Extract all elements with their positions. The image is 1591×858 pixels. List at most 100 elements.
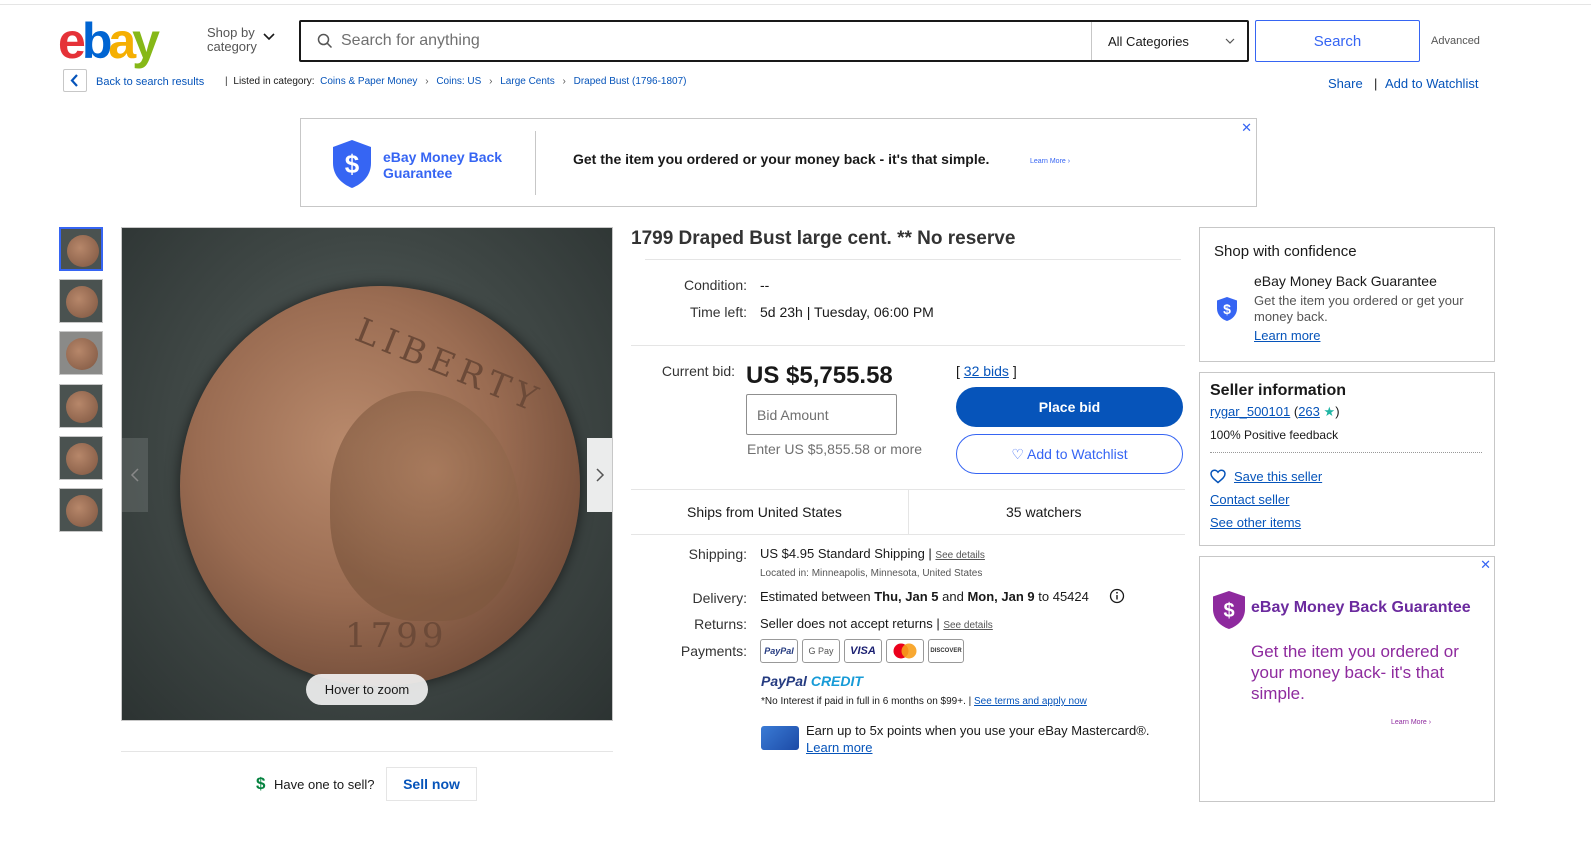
shield-dollar-icon: $ bbox=[1217, 297, 1237, 321]
ad-message: Get the item you ordered or your money b… bbox=[1251, 642, 1459, 703]
back-to-search-link[interactable]: Back to search results bbox=[96, 76, 204, 88]
next-image-button[interactable] bbox=[587, 438, 612, 512]
info-icon[interactable] bbox=[1109, 588, 1125, 604]
thumbnail-5[interactable] bbox=[59, 436, 103, 480]
thumbnail-2[interactable] bbox=[59, 279, 103, 323]
minimum-bid-hint: Enter US $5,855.58 or more bbox=[747, 441, 923, 457]
condition-value: -- bbox=[760, 277, 770, 293]
positive-feedback: 100% Positive feedback bbox=[1210, 428, 1339, 442]
coin-thumbnail bbox=[66, 443, 98, 475]
shop-with-confidence-panel: Shop with confidence $ eBay Money Back G… bbox=[1199, 227, 1495, 362]
svg-text:$: $ bbox=[345, 149, 360, 179]
ad-learn-more[interactable]: Learn More › bbox=[1030, 158, 1070, 165]
bids-link[interactable]: 32 bids bbox=[964, 363, 1009, 379]
chevron-down-icon[interactable] bbox=[1225, 37, 1235, 45]
category-divider bbox=[1091, 22, 1092, 60]
close-icon[interactable]: ✕ bbox=[1241, 120, 1252, 136]
time-left-value: 5d 23h | Tuesday, 06:00 PM bbox=[760, 304, 934, 320]
money-back-banner-ad[interactable]: $ eBay Money Back Guarantee Get the item… bbox=[300, 118, 1257, 207]
thumbnail-6[interactable] bbox=[59, 488, 103, 532]
see-terms-link[interactable]: See terms and apply now bbox=[974, 696, 1087, 707]
thumbnail-3[interactable] bbox=[59, 331, 103, 375]
search-input[interactable] bbox=[341, 30, 1081, 52]
coin-thumbnail bbox=[66, 391, 98, 423]
chevron-right-icon: › bbox=[425, 76, 429, 87]
svg-text:$: $ bbox=[1223, 600, 1234, 622]
breadcrumb: | Listed in category: Coins & Paper Mone… bbox=[222, 76, 686, 87]
add-to-watchlist-button[interactable]: ♡ Add to Watchlist bbox=[956, 434, 1183, 474]
bracket: ] bbox=[1012, 363, 1017, 379]
divider bbox=[908, 490, 909, 534]
dotted-divider bbox=[1210, 452, 1482, 453]
contact-seller-link[interactable]: Contact seller bbox=[1210, 492, 1289, 507]
learn-more-link[interactable]: Learn more bbox=[1254, 328, 1320, 343]
breadcrumb-item[interactable]: Large Cents bbox=[500, 76, 554, 87]
mastercard-promo: Earn up to 5x points when you use your e… bbox=[806, 723, 1150, 755]
star-icon: ★ bbox=[1323, 404, 1336, 419]
chevron-right-icon bbox=[596, 468, 605, 482]
coin-image: LIBERTY 1799 bbox=[180, 286, 580, 686]
mastercard-learn-more-link[interactable]: Learn more bbox=[806, 740, 872, 755]
coin-thumbnail bbox=[66, 338, 98, 370]
thumbnail-1[interactable] bbox=[59, 227, 103, 271]
time-left-label: Time left: bbox=[689, 304, 747, 320]
panel-title: Seller information bbox=[1210, 382, 1347, 399]
add-to-watchlist-link[interactable]: Add to Watchlist bbox=[1385, 76, 1478, 91]
shield-dollar-icon: $ bbox=[1213, 591, 1245, 629]
money-back-side-ad[interactable]: ✕ $ eBay Money Back Guarantee Get the it… bbox=[1199, 556, 1495, 802]
share-link[interactable]: Share bbox=[1328, 76, 1363, 91]
search-button[interactable]: Search bbox=[1255, 20, 1420, 62]
shipping-label: Shipping: bbox=[688, 546, 747, 562]
returns-value: Seller does not accept returns | See det… bbox=[760, 616, 993, 631]
shop-by-category-button[interactable]: Shop by category bbox=[207, 26, 259, 54]
shipping-type: Standard Shipping | bbox=[817, 546, 932, 561]
see-shipping-details-link[interactable]: See details bbox=[935, 550, 984, 561]
chevron-left-icon bbox=[130, 468, 139, 482]
ad-message: Get the item you ordered or your money b… bbox=[573, 151, 990, 167]
search-bar: All Categories bbox=[299, 20, 1249, 62]
category-select[interactable]: All Categories bbox=[1108, 34, 1189, 49]
breadcrumb-item[interactable]: Coins: US bbox=[436, 76, 481, 87]
chevron-right-icon: › bbox=[489, 76, 493, 87]
panel-title: Shop with confidence bbox=[1214, 243, 1357, 260]
ad-title: eBay Money Back Guarantee bbox=[1251, 599, 1471, 616]
main-item-image[interactable]: LIBERTY 1799 Hover to zoom bbox=[121, 227, 613, 721]
feedback-count-link[interactable]: 263 bbox=[1298, 404, 1320, 419]
coin-bust bbox=[330, 391, 520, 621]
ebay-mastercard-icon bbox=[761, 726, 799, 750]
delivery-label: Delivery: bbox=[692, 590, 747, 606]
ad-brand: eBay Money Back Guarantee bbox=[383, 149, 503, 181]
sell-now-button[interactable]: Sell now bbox=[386, 767, 477, 801]
ad-learn-more[interactable]: Learn More › bbox=[1391, 719, 1431, 726]
coin-date: 1799 bbox=[345, 616, 448, 656]
shield-dollar-icon: $ bbox=[333, 140, 371, 188]
condition-label: Condition: bbox=[683, 277, 747, 293]
coin-thumbnail bbox=[66, 286, 98, 318]
advanced-search-link[interactable]: Advanced bbox=[1431, 35, 1480, 47]
bid-count: [ 32 bids ] bbox=[956, 363, 1017, 379]
previous-image-button[interactable] bbox=[122, 438, 148, 512]
see-other-items-link[interactable]: See other items bbox=[1210, 515, 1301, 530]
breadcrumb-item[interactable]: Draped Bust (1796-1807) bbox=[574, 76, 687, 87]
bid-amount-input[interactable] bbox=[746, 394, 897, 435]
listed-in-label: Listed in category: bbox=[233, 76, 315, 87]
breadcrumb-item[interactable]: Coins & Paper Money bbox=[320, 76, 417, 87]
search-icon bbox=[317, 33, 333, 49]
ebay-logo[interactable]: ebay bbox=[58, 16, 160, 66]
dollar-icon: $ bbox=[256, 774, 266, 793]
close-icon[interactable]: ✕ bbox=[1480, 557, 1491, 573]
item-location: Located in: Minneapolis, Minnesota, Unit… bbox=[760, 568, 983, 579]
back-button[interactable] bbox=[63, 69, 87, 92]
chevron-down-icon[interactable] bbox=[262, 30, 276, 44]
save-seller-link[interactable]: Save this seller bbox=[1234, 469, 1322, 484]
ad-divider bbox=[535, 131, 536, 195]
thumbnail-4[interactable] bbox=[59, 384, 103, 428]
discover-icon: DISCOVER bbox=[928, 639, 964, 663]
shipping-price: US $4.95 bbox=[760, 546, 815, 561]
coin-thumbnail bbox=[66, 495, 98, 527]
see-returns-details-link[interactable]: See details bbox=[943, 620, 992, 631]
place-bid-button[interactable]: Place bid bbox=[956, 387, 1183, 427]
heart-icon[interactable] bbox=[1210, 469, 1226, 484]
seller-profile-link[interactable]: rygar_500101 bbox=[1210, 404, 1290, 419]
divider bbox=[645, 259, 1181, 260]
